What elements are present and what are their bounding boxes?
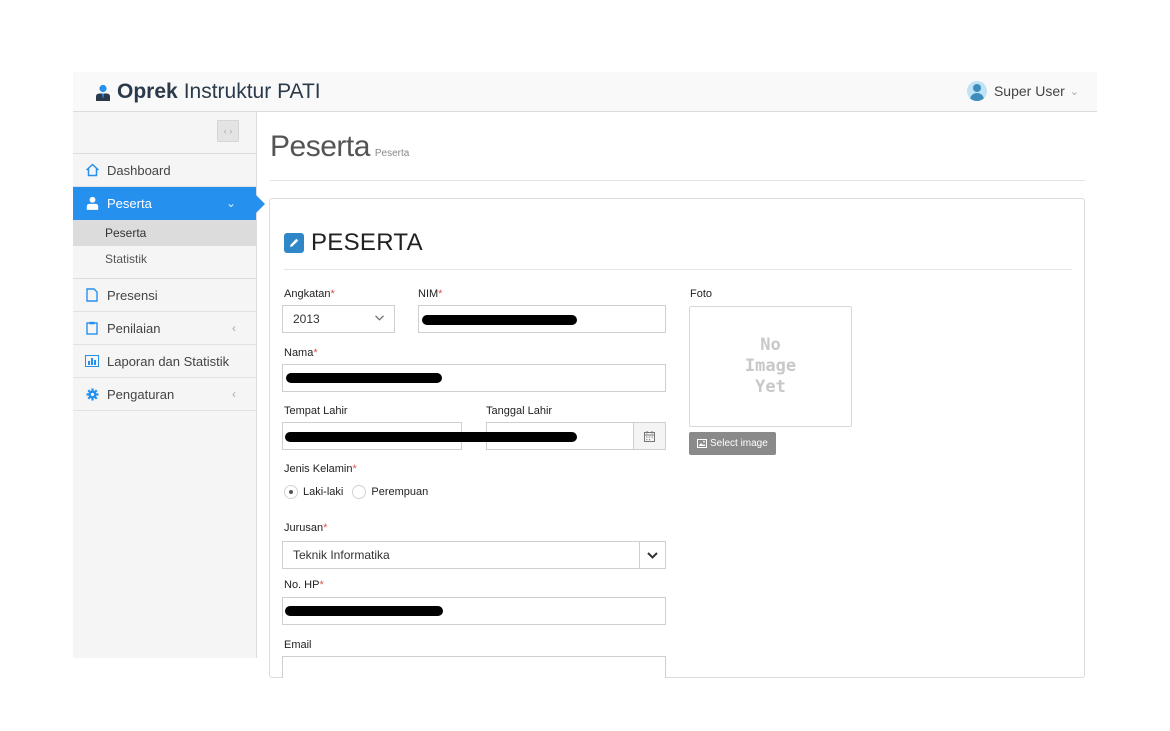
page-title-text: Peserta: [270, 130, 370, 163]
sidebar-toggle-row: ‹ ›: [73, 112, 256, 154]
sidebar-item-pengaturan[interactable]: Pengaturan ‹: [73, 378, 256, 411]
peserta-submenu: Peserta Statistik: [73, 220, 256, 279]
submenu-item-peserta[interactable]: Peserta: [73, 220, 256, 246]
nama-label: Nama*: [284, 347, 318, 359]
page-title: Peserta Peserta: [270, 130, 409, 164]
email-field[interactable]: [282, 656, 666, 678]
required-marker: *: [313, 347, 318, 359]
nim-label-text: NIM: [418, 288, 439, 300]
chevron-down-icon: ⌄: [225, 196, 236, 210]
nim-label: NIM*: [418, 288, 442, 300]
gear-icon: [84, 386, 100, 402]
foto-label: Foto: [690, 288, 713, 300]
required-marker: *: [323, 522, 328, 534]
peserta-form-card: PESERTA Angkatan* 2013 NIM* Nama* Tempat…: [269, 198, 1085, 678]
select-image-label: Select image: [710, 438, 768, 449]
redaction-bar: [286, 373, 442, 383]
sidebar-item-presensi[interactable]: Presensi: [73, 279, 256, 312]
required-marker: *: [438, 288, 443, 300]
chevron-down-icon: [639, 542, 665, 568]
jurusan-label-text: Jurusan: [284, 522, 324, 534]
image-icon: [697, 439, 707, 448]
file-icon: [84, 287, 100, 303]
sidebar-collapse-button[interactable]: ‹ ›: [217, 120, 239, 142]
angkatan-label-text: Angkatan: [284, 288, 331, 300]
radio-label-laki-laki[interactable]: Laki-laki: [303, 486, 343, 498]
avatar: [966, 81, 987, 101]
chevron-left-icon: ‹: [232, 387, 236, 401]
required-marker: *: [319, 579, 324, 591]
submenu-item-statistik[interactable]: Statistik: [73, 246, 256, 272]
form-heading: PESERTA: [284, 229, 423, 257]
sidebar: ‹ › Dashboard Peserta ⌄ Peserta Statisti…: [73, 112, 265, 658]
brand[interactable]: Oprek Instruktur PATI: [95, 80, 321, 104]
no-image-text-line: Yet: [755, 377, 786, 397]
chevron-left-icon: ‹: [232, 321, 236, 335]
sidebar-item-dashboard[interactable]: Dashboard: [73, 154, 256, 187]
bar-chart-icon: [84, 353, 100, 369]
sidebar-item-label: Pengaturan: [107, 386, 175, 402]
title-divider: [270, 180, 1085, 181]
nama-label-text: Nama: [284, 347, 314, 359]
redaction-bar: [422, 315, 577, 325]
no-image-text-line: No: [760, 335, 781, 355]
angkatan-select[interactable]: 2013: [282, 305, 395, 333]
select-image-button[interactable]: Select image: [689, 432, 776, 455]
user-tie-icon: [95, 84, 111, 101]
form-divider: [284, 269, 1072, 270]
user-menu[interactable]: Super User ⌄: [966, 81, 1079, 101]
radio-label-perempuan[interactable]: Perempuan: [371, 486, 428, 498]
brand-name-bold: Oprek: [117, 80, 178, 103]
angkatan-label: Angkatan*: [284, 288, 335, 300]
sidebar-item-peserta[interactable]: Peserta ⌄: [73, 187, 265, 220]
chevron-down-icon: ⌄: [1069, 85, 1079, 98]
jurusan-select[interactable]: Teknik Informatika: [282, 541, 666, 569]
redaction-bar: [285, 432, 577, 442]
chevron-down-icon: [375, 306, 384, 332]
user-tie-icon: [84, 195, 100, 211]
brand-name-rest: Instruktur PATI: [183, 80, 321, 103]
sidebar-item-label: Dashboard: [107, 162, 171, 178]
no-hp-label: No. HP*: [284, 579, 324, 591]
clipboard-icon: [84, 320, 100, 336]
sidebar-item-label: Laporan dan Statistik: [107, 353, 230, 369]
required-marker: *: [330, 288, 335, 300]
photo-placeholder: No Image Yet: [689, 306, 852, 427]
redaction-bar: [285, 606, 443, 616]
home-icon: [84, 162, 100, 178]
gender-radio-group: Laki-laki Perempuan: [284, 485, 437, 499]
tempat-lahir-label: Tempat Lahir: [284, 405, 348, 417]
page-subtitle: Peserta: [374, 148, 410, 159]
no-hp-label-text: No. HP: [284, 579, 320, 591]
jenis-kelamin-label-text: Jenis Kelamin: [284, 463, 353, 475]
sidebar-item-label: Presensi: [107, 287, 158, 303]
email-label: Email: [284, 639, 312, 651]
required-marker: *: [352, 463, 357, 475]
radio-perempuan[interactable]: [352, 485, 367, 499]
pencil-icon: [284, 233, 304, 253]
sidebar-item-label: Penilaian: [107, 320, 161, 336]
user-name: Super User: [993, 83, 1065, 99]
top-header: Oprek Instruktur PATI Super User ⌄: [73, 72, 1097, 112]
sidebar-item-label: Peserta: [107, 195, 152, 211]
jurusan-value: Teknik Informatika: [293, 548, 390, 562]
sidebar-item-penilaian[interactable]: Penilaian ‹: [73, 312, 256, 345]
no-image-text-line: Image: [744, 356, 797, 376]
jurusan-label: Jurusan*: [284, 522, 327, 534]
form-heading-text: PESERTA: [311, 229, 423, 256]
radio-laki-laki[interactable]: [284, 485, 298, 499]
calendar-icon[interactable]: [633, 423, 665, 449]
jenis-kelamin-label: Jenis Kelamin*: [284, 463, 357, 475]
angkatan-value: 2013: [293, 312, 320, 326]
sidebar-item-laporan[interactable]: Laporan dan Statistik: [73, 345, 256, 378]
tanggal-lahir-label: Tanggal Lahir: [486, 405, 553, 417]
